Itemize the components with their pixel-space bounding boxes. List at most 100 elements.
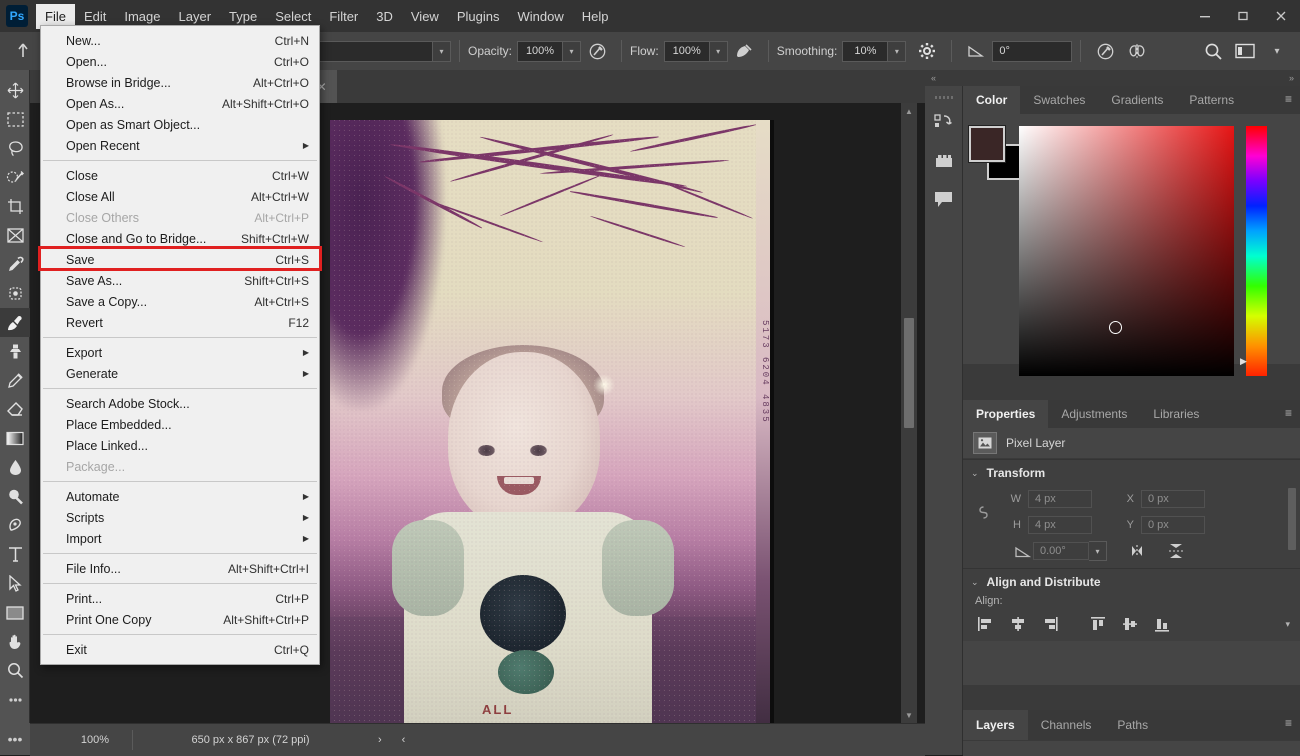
menu-filter[interactable]: Filter <box>320 4 367 29</box>
file-menu-item-export[interactable]: Export▶ <box>41 342 319 363</box>
canvas-vertical-scrollbar[interactable]: ▲ ▼ <box>901 103 917 723</box>
lasso-tool[interactable] <box>0 134 30 163</box>
path-selection-tool[interactable] <box>0 569 30 598</box>
align-top-edges-icon[interactable] <box>1087 614 1109 634</box>
file-menu-item-automate[interactable]: Automate▶ <box>41 486 319 507</box>
properties-scroll-thumb[interactable] <box>1288 488 1296 550</box>
collapse-left-icon[interactable]: « <box>925 73 942 83</box>
status-expand-left-icon[interactable]: ‹ <box>392 734 416 746</box>
chevron-down-icon[interactable]: ⌄ <box>971 468 979 479</box>
chevron-down-icon[interactable]: ⌄ <box>971 577 979 588</box>
library-icon[interactable] <box>925 142 963 180</box>
file-menu-item-file-info[interactable]: File Info...Alt+Shift+Ctrl+I <box>41 558 319 579</box>
tab-paths[interactable]: Paths <box>1104 710 1161 740</box>
hue-slider[interactable] <box>1246 126 1267 376</box>
workspace-icon[interactable] <box>1232 39 1258 63</box>
brush-tool[interactable] <box>0 308 30 337</box>
menu-plugins[interactable]: Plugins <box>448 4 509 29</box>
menu-view[interactable]: View <box>402 4 448 29</box>
scroll-up-arrow-icon[interactable]: ▲ <box>901 103 917 119</box>
object-selection-tool[interactable] <box>0 163 30 192</box>
foreground-color-swatch[interactable] <box>969 126 1005 162</box>
flow-chevron-down-icon[interactable]: ▾ <box>710 41 728 62</box>
tab-adjustments[interactable]: Adjustments <box>1048 400 1140 428</box>
file-menu-item-generate[interactable]: Generate▶ <box>41 363 319 384</box>
file-menu-item-new[interactable]: New...Ctrl+N <box>41 30 319 51</box>
file-menu-dropdown[interactable]: New...Ctrl+NOpen...Ctrl+OBrowse in Bridg… <box>40 25 320 665</box>
file-menu-item-print[interactable]: Print...Ctrl+P <box>41 588 319 609</box>
file-menu-item-open-recent[interactable]: Open Recent▶ <box>41 135 319 156</box>
flip-horizontal-icon[interactable] <box>1129 541 1151 561</box>
clone-stamp-tool[interactable] <box>0 337 30 366</box>
zoom-tool[interactable] <box>0 656 30 685</box>
rectangular-marquee-tool[interactable] <box>0 105 30 134</box>
pressure-opacity-icon[interactable] <box>584 39 610 63</box>
file-menu-item-open-as[interactable]: Open As...Alt+Shift+Ctrl+O <box>41 93 319 114</box>
height-input[interactable]: 4 px <box>1028 516 1092 534</box>
opacity-value[interactable]: 100% <box>517 41 563 62</box>
width-input[interactable]: 4 px <box>1028 490 1092 508</box>
airbrush-icon[interactable] <box>731 39 757 63</box>
tab-color[interactable]: Color <box>963 86 1020 114</box>
search-icon[interactable] <box>1200 39 1226 63</box>
file-menu-item-open-as-smart-object[interactable]: Open as Smart Object... <box>41 114 319 135</box>
frame-tool[interactable] <box>0 221 30 250</box>
collapse-right-icon[interactable]: » <box>1283 73 1300 83</box>
symmetry-icon[interactable] <box>1124 39 1150 63</box>
y-input[interactable]: 0 px <box>1141 516 1205 534</box>
file-menu-item-print-one-copy[interactable]: Print One CopyAlt+Shift+Ctrl+P <box>41 609 319 630</box>
menu-3d[interactable]: 3D <box>367 4 402 29</box>
panel-menu-icon[interactable]: ≡ <box>1285 94 1292 104</box>
scroll-down-arrow-icon[interactable]: ▼ <box>901 707 917 723</box>
spot-healing-brush-tool[interactable] <box>0 279 30 308</box>
zoom-level[interactable]: 100% <box>58 730 133 750</box>
hand-tool[interactable] <box>0 627 30 656</box>
file-menu-item-place-linked[interactable]: Place Linked... <box>41 435 319 456</box>
saturation-value-field[interactable] <box>1019 126 1234 376</box>
gradient-tool[interactable] <box>0 424 30 453</box>
pen-tool[interactable] <box>0 511 30 540</box>
smoothing-chevron-down-icon[interactable]: ▾ <box>888 41 906 62</box>
file-menu-item-exit[interactable]: ExitCtrl+Q <box>41 639 319 660</box>
tab-layers[interactable]: Layers <box>963 710 1028 740</box>
pressure-size-icon[interactable] <box>1092 39 1118 63</box>
tab-patterns[interactable]: Patterns <box>1176 86 1247 114</box>
eraser-tool[interactable] <box>0 395 30 424</box>
align-section-header[interactable]: ⌄ Align and Distribute <box>963 569 1300 595</box>
panel-menu-icon[interactable]: ≡ <box>1285 408 1292 418</box>
file-menu-item-place-embedded[interactable]: Place Embedded... <box>41 414 319 435</box>
angle-input[interactable]: 0.00° <box>1033 542 1089 560</box>
edit-toolbar-tool[interactable] <box>0 685 30 714</box>
status-expand-right-icon[interactable]: › <box>368 734 392 746</box>
align-horizontal-centers-icon[interactable] <box>1007 614 1029 634</box>
brush-preset-icon[interactable] <box>8 38 38 64</box>
flip-vertical-icon[interactable] <box>1165 541 1187 561</box>
file-menu-item-save-a-copy[interactable]: Save a Copy...Alt+Ctrl+S <box>41 291 319 312</box>
chevron-down-icon[interactable]: ▾ <box>433 41 451 62</box>
menu-help[interactable]: Help <box>573 4 618 29</box>
maximize-icon[interactable] <box>1224 0 1262 32</box>
tab-libraries[interactable]: Libraries <box>1140 400 1212 428</box>
align-right-edges-icon[interactable] <box>1039 614 1061 634</box>
tab-channels[interactable]: Channels <box>1028 710 1105 740</box>
file-menu-item-save-as[interactable]: Save As...Shift+Ctrl+S <box>41 270 319 291</box>
smoothing-value[interactable]: 10% <box>842 41 888 62</box>
history-icon[interactable] <box>925 104 963 142</box>
status-more-icon[interactable]: ••• <box>0 723 30 755</box>
minimize-icon[interactable] <box>1186 0 1224 32</box>
file-menu-item-close[interactable]: CloseCtrl+W <box>41 165 319 186</box>
transform-section-header[interactable]: ⌄ Transform <box>963 460 1300 486</box>
file-menu-item-open[interactable]: Open...Ctrl+O <box>41 51 319 72</box>
tab-swatches[interactable]: Swatches <box>1020 86 1098 114</box>
blur-tool[interactable] <box>0 453 30 482</box>
file-menu-item-browse-in-bridge[interactable]: Browse in Bridge...Alt+Ctrl+O <box>41 72 319 93</box>
align-left-edges-icon[interactable] <box>975 614 997 634</box>
file-menu-item-close-all[interactable]: Close AllAlt+Ctrl+W <box>41 186 319 207</box>
close-icon[interactable] <box>1262 0 1300 32</box>
link-icon[interactable] <box>975 503 991 522</box>
file-menu-item-search-adobe-stock[interactable]: Search Adobe Stock... <box>41 393 319 414</box>
history-brush-tool[interactable] <box>0 366 30 395</box>
file-menu-item-import[interactable]: Import▶ <box>41 528 319 549</box>
panel-menu-icon[interactable]: ≡ <box>1285 718 1292 728</box>
chevron-down-icon[interactable]: ▾ <box>1264 39 1290 63</box>
